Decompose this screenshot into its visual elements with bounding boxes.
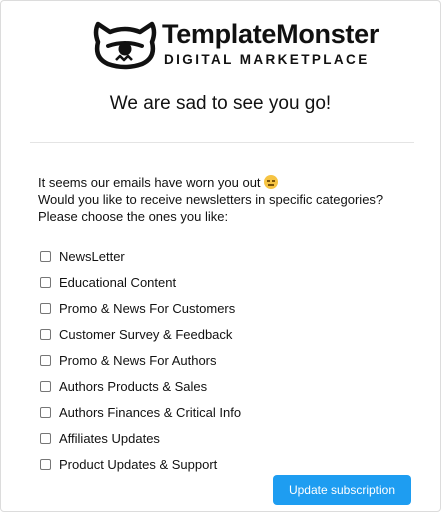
option-promo-news-authors[interactable]: Promo & News For Authors <box>40 347 241 373</box>
checkbox[interactable] <box>40 458 51 470</box>
option-affiliates-updates[interactable]: Affiliates Updates <box>40 425 241 451</box>
update-subscription-button[interactable]: Update subscription <box>273 475 411 505</box>
checkbox[interactable] <box>40 432 51 444</box>
brand-tagline: DIGITAL MARKETPLACE <box>164 52 370 67</box>
intro-line-1: It seems our emails have worn you out <box>38 175 261 190</box>
checkbox[interactable] <box>40 328 51 340</box>
option-label: Affiliates Updates <box>59 430 160 446</box>
checkbox[interactable] <box>40 406 51 418</box>
option-customer-survey-feedback[interactable]: Customer Survey & Feedback <box>40 321 241 347</box>
divider <box>30 142 414 143</box>
category-checkbox-list: NewsLetter Educational Content Promo & N… <box>40 243 241 477</box>
option-label: Customer Survey & Feedback <box>59 326 233 342</box>
checkbox[interactable] <box>40 250 51 262</box>
monster-logo-icon <box>93 21 157 70</box>
option-educational-content[interactable]: Educational Content <box>40 269 241 295</box>
intro-line-3: Please choose the ones you like: <box>38 209 229 224</box>
checkbox[interactable] <box>40 302 51 314</box>
page-title: We are sad to see you go! <box>109 93 332 114</box>
option-label: NewsLetter <box>59 248 125 264</box>
option-newsletter[interactable]: NewsLetter <box>40 243 241 269</box>
option-label: Promo & News For Customers <box>59 300 236 316</box>
intro-line-2: Would you like to receive newsletters in… <box>38 192 384 207</box>
brand-name: TemplateMonster <box>162 19 380 49</box>
brand-logo: TemplateMonster DIGITAL MARKETPLACE <box>90 16 379 72</box>
option-label: Authors Products & Sales <box>59 378 208 394</box>
pensive-face-emoji-icon <box>263 175 278 189</box>
checkbox[interactable] <box>40 354 51 366</box>
option-label: Educational Content <box>59 274 177 290</box>
option-label: Promo & News For Authors <box>59 352 217 368</box>
option-label: Authors Finances & Critical Info <box>59 404 242 420</box>
option-promo-news-customers[interactable]: Promo & News For Customers <box>40 295 241 321</box>
option-product-updates-support[interactable]: Product Updates & Support <box>40 451 241 477</box>
option-authors-products-sales[interactable]: Authors Products & Sales <box>40 373 241 399</box>
checkbox[interactable] <box>40 380 51 392</box>
checkbox[interactable] <box>40 276 51 288</box>
intro-text: It seems our emails have worn you out Wo… <box>38 174 428 225</box>
option-authors-finances-info[interactable]: Authors Finances & Critical Info <box>40 399 241 425</box>
option-label: Product Updates & Support <box>59 456 218 472</box>
